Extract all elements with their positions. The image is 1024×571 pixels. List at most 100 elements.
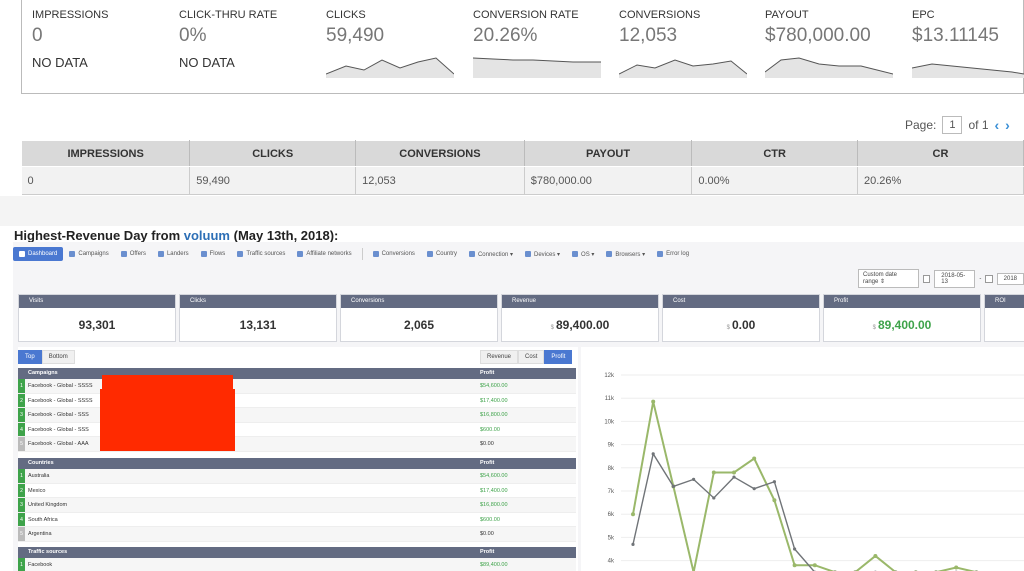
col-impressions[interactable]: IMPRESSIONS bbox=[20, 140, 191, 167]
heading-prefix: Highest-Revenue Day from bbox=[14, 228, 184, 243]
monitor-icon bbox=[572, 251, 579, 257]
data-point[interactable] bbox=[792, 563, 797, 568]
currency-symbol: $ bbox=[872, 325, 876, 331]
data-point[interactable] bbox=[752, 456, 757, 461]
data-point[interactable] bbox=[712, 496, 716, 500]
kpi-conversions: Conversions 2,065 bbox=[340, 294, 498, 342]
y-tick-label: 10k bbox=[604, 419, 615, 425]
target-icon bbox=[69, 251, 76, 257]
data-point[interactable] bbox=[631, 512, 635, 517]
nav-connection[interactable]: Connection ▾ bbox=[463, 247, 519, 261]
data-point[interactable] bbox=[873, 553, 878, 558]
data-point[interactable] bbox=[954, 565, 959, 570]
data-point[interactable] bbox=[772, 498, 777, 503]
data-point[interactable] bbox=[793, 547, 797, 551]
calendar-icon[interactable] bbox=[922, 274, 931, 283]
pager: Page: 1 of 1 ‹ › bbox=[905, 116, 1010, 134]
nav-traffic-sources[interactable]: Traffic sources bbox=[231, 247, 291, 261]
table-row[interactable]: 5 Argentina $0.00 bbox=[18, 527, 576, 542]
page-number-input[interactable]: 1 bbox=[942, 116, 963, 134]
globe-icon bbox=[426, 251, 433, 257]
table-row[interactable]: 3 United Kingdom $16,800.00 bbox=[18, 498, 576, 513]
voluum-dashboard: Dashboard Campaigns Offers Landers Flows… bbox=[13, 242, 1024, 571]
rank-badge: 3 bbox=[18, 408, 25, 422]
landers-icon bbox=[157, 251, 164, 257]
toggle-revenue-button[interactable]: Revenue bbox=[480, 350, 519, 364]
date-from-input[interactable]: 2018-05-13 bbox=[934, 269, 976, 288]
toggle-bottom-button[interactable]: Bottom bbox=[41, 350, 75, 364]
summary-table: IMPRESSIONS CLICKS CONVERSIONS PAYOUT CT… bbox=[20, 140, 1024, 195]
nav-devices[interactable]: Devices ▾ bbox=[519, 247, 566, 261]
nav-conversions[interactable]: Conversions bbox=[367, 247, 421, 261]
stat-label: EPC bbox=[912, 9, 935, 21]
stat-label: IMPRESSIONS bbox=[32, 9, 109, 21]
data-point[interactable] bbox=[631, 542, 635, 546]
nav-campaigns[interactable]: Campaigns bbox=[63, 247, 114, 261]
kpi-value: 2,065 bbox=[403, 318, 435, 332]
data-point[interactable] bbox=[752, 487, 756, 491]
cell-conversions: 12,053 bbox=[355, 166, 525, 195]
toggle-profit-button[interactable]: Profit bbox=[544, 350, 573, 364]
data-point[interactable] bbox=[711, 470, 716, 475]
rank-badge: 5 bbox=[18, 527, 25, 541]
nav-browsers[interactable]: Browsers ▾ bbox=[600, 247, 651, 261]
kpi-label: Profit bbox=[824, 295, 980, 308]
nav-browsers-label: Browsers ▾ bbox=[615, 251, 646, 258]
y-tick-label: 12k bbox=[604, 373, 615, 379]
nav-affiliate-networks[interactable]: Affiliate networks bbox=[291, 247, 357, 261]
nav-landers[interactable]: Landers bbox=[152, 247, 195, 261]
table-body: 1 Australia $54,600.00 2 Mexico $17,400.00 3… bbox=[18, 469, 576, 542]
heading-brand-link[interactable]: voluum bbox=[184, 228, 230, 243]
nav-error-log[interactable]: Error log bbox=[651, 247, 695, 261]
kpi-value-wrap: $89,400.00 bbox=[824, 318, 980, 332]
stat-value: 0 bbox=[32, 25, 43, 46]
col-cr[interactable]: CR bbox=[856, 140, 1024, 167]
rank-badge: 1 bbox=[18, 469, 25, 483]
nav-campaigns-label: Campaigns bbox=[78, 251, 109, 257]
row-profit: $600.00 bbox=[480, 516, 500, 523]
row-profit: $600.00 bbox=[480, 426, 500, 433]
row-profit: $0.00 bbox=[480, 441, 494, 447]
col-clicks[interactable]: CLICKS bbox=[189, 140, 357, 167]
table-row[interactable]: 4 South Africa $600.00 bbox=[18, 512, 576, 527]
row-name: Australia bbox=[28, 473, 50, 479]
cell-payout: $780,000.00 bbox=[524, 166, 693, 195]
data-point[interactable] bbox=[732, 475, 736, 479]
table-row[interactable]: 2 Mexico $17,400.00 bbox=[18, 483, 576, 498]
data-point[interactable] bbox=[812, 563, 817, 568]
nav-offers[interactable]: Offers bbox=[115, 247, 152, 261]
table-row[interactable]: 1 Australia $54,600.00 bbox=[18, 469, 576, 484]
calendar-icon[interactable] bbox=[985, 274, 993, 283]
nav-country[interactable]: Country bbox=[421, 247, 463, 261]
col-payout[interactable]: PAYOUT bbox=[523, 140, 693, 167]
nav-flows[interactable]: Flows bbox=[195, 247, 232, 261]
data-point[interactable] bbox=[692, 477, 696, 481]
stat-value: $780,000.00 bbox=[765, 25, 871, 46]
toggle-cost-button[interactable]: Cost bbox=[518, 350, 545, 364]
col-ctr[interactable]: CTR bbox=[691, 140, 858, 167]
rank-badge: 1 bbox=[18, 379, 25, 393]
col-conversions[interactable]: CONVERSIONS bbox=[355, 140, 525, 167]
table-row[interactable]: 1 Facebook $89,400.00 bbox=[18, 558, 576, 571]
next-page-icon[interactable]: › bbox=[1005, 117, 1010, 133]
data-point[interactable] bbox=[651, 452, 655, 456]
stat-value: 0% bbox=[179, 25, 207, 46]
date-to-input[interactable]: 2018 bbox=[996, 272, 1024, 285]
nav-dashboard[interactable]: Dashboard bbox=[13, 247, 64, 261]
devices-icon bbox=[525, 251, 531, 257]
date-range-select[interactable]: Custom date range ⇕ bbox=[858, 269, 919, 288]
data-point[interactable] bbox=[671, 484, 675, 488]
nav-os[interactable]: OS ▾ bbox=[566, 247, 600, 261]
toggle-top-button[interactable]: Top bbox=[18, 350, 42, 364]
prev-page-icon[interactable]: ‹ bbox=[995, 117, 1000, 133]
row-profit: $16,800.00 bbox=[480, 412, 508, 418]
row-profit: $0.00 bbox=[480, 531, 494, 537]
y-tick-label: 4k bbox=[608, 559, 615, 565]
data-point[interactable] bbox=[732, 470, 736, 475]
currency-symbol: $ bbox=[726, 325, 730, 331]
table-body: 1 Facebook $89,400.00 bbox=[18, 558, 576, 571]
data-point[interactable] bbox=[772, 480, 776, 484]
pager-label: Page: bbox=[905, 118, 937, 132]
data-point[interactable] bbox=[651, 399, 656, 404]
nav-divider bbox=[361, 248, 363, 260]
